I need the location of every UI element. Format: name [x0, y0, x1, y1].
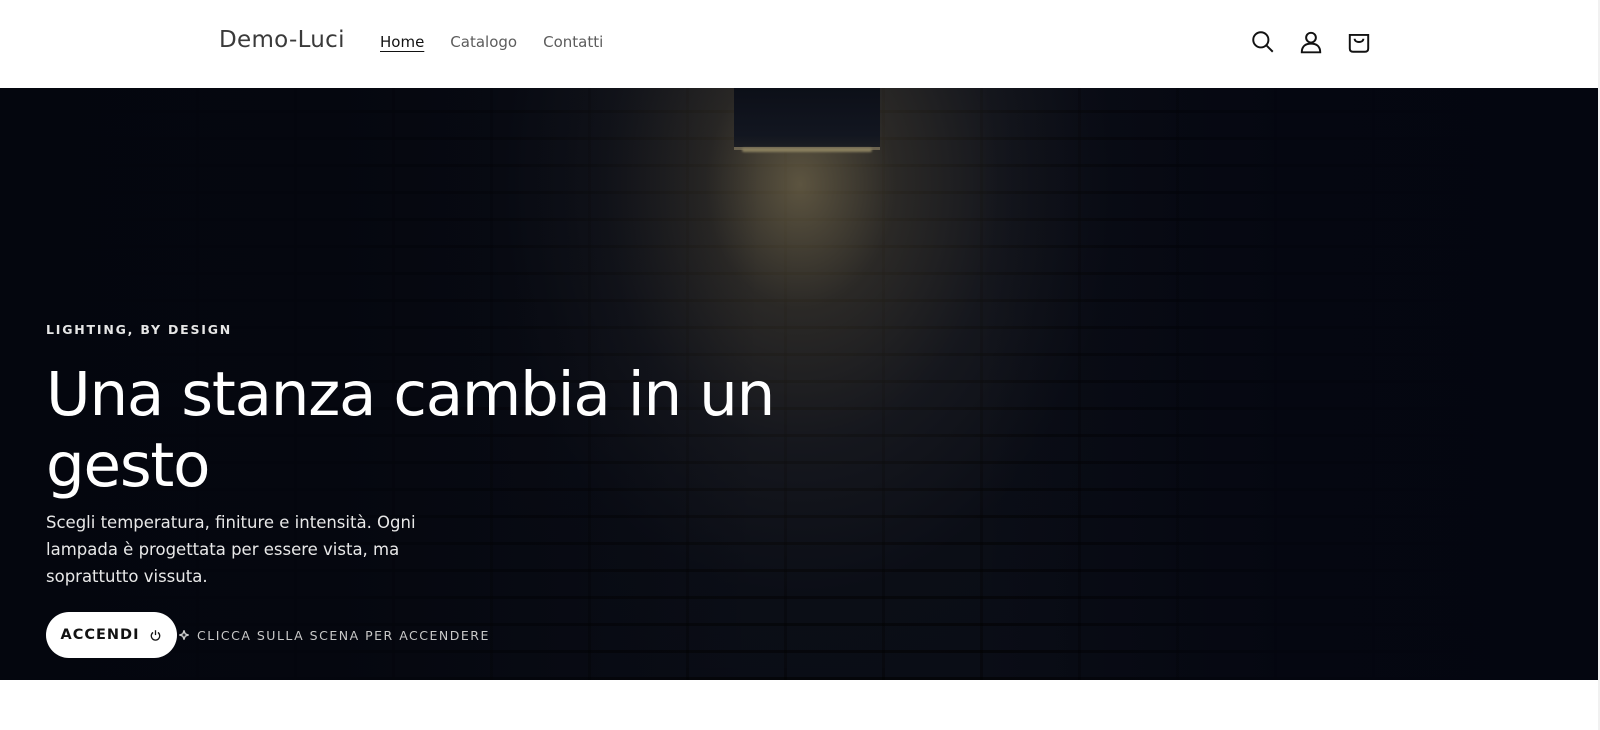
wall-lamp-lens — [742, 148, 872, 152]
account-icon — [1300, 31, 1322, 54]
header-actions — [1250, 28, 1372, 56]
wall-lamp — [734, 88, 880, 150]
site-logo[interactable]: Demo-Luci — [219, 27, 345, 53]
nav-catalogo[interactable]: Catalogo — [450, 33, 517, 51]
hero-content: LIGHTING, BY DESIGN Una stanza cambia in… — [46, 322, 806, 658]
power-icon — [151, 629, 161, 641]
hero-banner[interactable]: LIGHTING, BY DESIGN Una stanza cambia in… — [0, 88, 1598, 680]
site-header: Demo-Luci Home Catalogo Contatti — [0, 0, 1600, 88]
hero-hint-text: CLICCA SULLA SCENA PER ACCENDERE — [197, 627, 490, 643]
accendi-button[interactable]: ACCENDI — [46, 612, 177, 658]
hero-eyebrow: LIGHTING, BY DESIGN — [46, 322, 233, 337]
nav-home[interactable]: Home — [380, 33, 424, 51]
hero-subtext: Scegli temperatura, finiture e intensità… — [46, 513, 416, 586]
sparkle-icon — [179, 630, 189, 640]
cart-button[interactable] — [1346, 28, 1372, 56]
cart-icon — [1348, 33, 1370, 53]
account-button[interactable] — [1298, 28, 1324, 56]
hero-overlay-right — [978, 88, 1598, 680]
accendi-button-label: ACCENDI — [60, 627, 140, 643]
hero-hint: CLICCA SULLA SCENA PER ACCENDERE — [179, 628, 490, 643]
search-icon — [1252, 31, 1274, 53]
hero-cta-row: ACCENDI CLICCA SULLA SCENA PER ACCENDERE — [46, 612, 806, 658]
search-button[interactable] — [1250, 28, 1276, 56]
main-nav: Home Catalogo Contatti — [380, 33, 603, 51]
nav-contatti[interactable]: Contatti — [543, 33, 603, 51]
hero-headline: Una stanza cambia in un gesto — [46, 359, 775, 501]
